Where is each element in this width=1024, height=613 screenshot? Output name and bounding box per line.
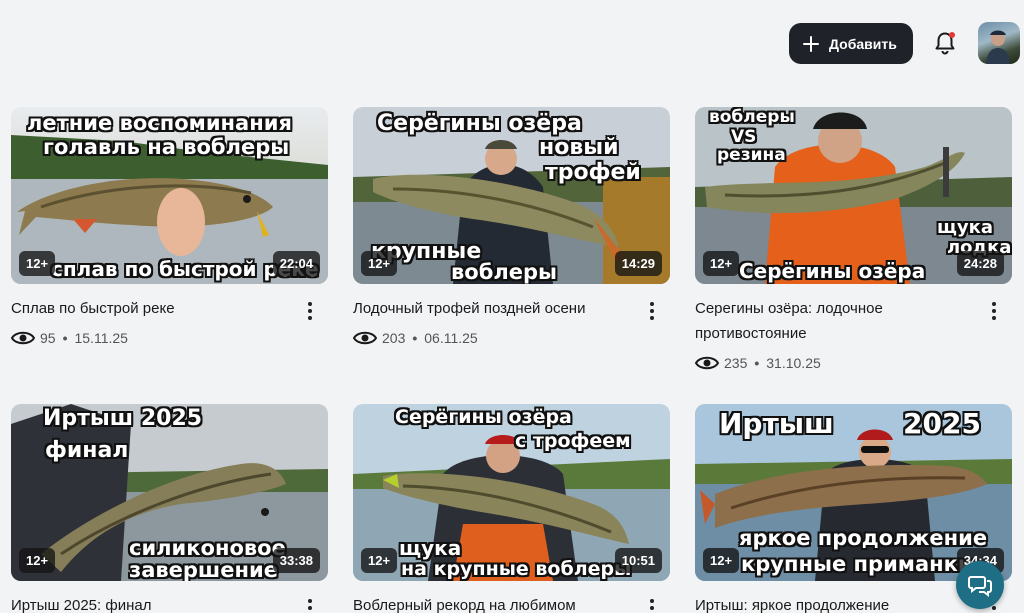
user-avatar[interactable] (978, 22, 1020, 64)
chat-support-icon[interactable] (956, 561, 1004, 609)
view-count: 95 (40, 330, 56, 346)
notification-dot (949, 32, 955, 38)
video-title[interactable]: Иртыш: яркое продолжение (695, 593, 975, 613)
more-vertical-icon[interactable] (302, 597, 318, 613)
more-vertical-icon[interactable] (302, 300, 318, 322)
add-button-label: Добавить (829, 35, 897, 52)
thumbnail-caption: VS (731, 127, 757, 147)
more-vertical-icon[interactable] (986, 300, 1002, 322)
duration-badge: 24:28 (956, 251, 1004, 276)
thumbnail-caption: голавль на воблеры (43, 135, 290, 159)
video-card: Иртыш 2025 финал силиконовое завершение … (11, 404, 328, 613)
thumbnail-caption: на крупные воблеры (401, 558, 632, 580)
publish-date: 06.11.25 (424, 330, 478, 346)
duration-badge: 14:29 (614, 251, 662, 276)
video-title[interactable]: Лодочный трофей поздней осени (353, 296, 633, 321)
age-rating-badge: 12+ (19, 548, 56, 573)
duration-badge: 10:51 (614, 548, 662, 573)
video-card: Серёгины озёра с трофеем щука на крупные… (353, 404, 670, 613)
video-title[interactable]: Сплав по быстрой реке (11, 296, 291, 321)
age-rating-badge: 12+ (703, 548, 740, 573)
video-thumbnail[interactable]: Иртыш 2025 яркое продолжение крупные при… (695, 404, 1012, 581)
thumbnail-caption: крупные приманки (741, 552, 973, 576)
bell-icon[interactable] (932, 30, 958, 56)
eye-icon (353, 331, 377, 345)
thumbnail-caption: щука (399, 536, 462, 560)
age-rating-badge: 12+ (703, 251, 740, 276)
thumbnail-caption: яркое продолжение (739, 526, 988, 550)
duration-badge: 22:04 (272, 251, 320, 276)
thumbnail-caption: 2025 (903, 407, 981, 440)
thumbnail-caption: силиконовое (129, 536, 286, 560)
view-count: 203 (382, 330, 406, 346)
thumbnail-caption: резина (717, 145, 786, 165)
thumbnail-caption: Иртыш (719, 407, 834, 440)
video-card: летние воспоминания голавль на воблеры с… (11, 107, 328, 349)
video-thumbnail[interactable]: воблеры VS резина щука лодка Серёгины оз… (695, 107, 1012, 284)
thumbnail-caption: воблеры (451, 260, 558, 284)
publish-date: 31.10.25 (766, 355, 821, 371)
eye-icon (695, 356, 719, 370)
add-button[interactable]: Добавить (789, 23, 913, 64)
video-thumbnail[interactable]: Серёгины озёра новый трофей крупные вобл… (353, 107, 670, 284)
thumbnail-caption: Иртыш 2025 (43, 406, 203, 431)
more-vertical-icon[interactable] (644, 597, 660, 613)
duration-badge: 33:38 (272, 548, 320, 573)
thumbnail-caption: Серёгины озёра (739, 259, 926, 283)
video-title[interactable]: Серегины озёра: лодочное противостояние (695, 296, 975, 346)
video-thumbnail[interactable]: Иртыш 2025 финал силиконовое завершение … (11, 404, 328, 581)
age-rating-badge: 12+ (361, 548, 398, 573)
video-thumbnail[interactable]: Серёгины озёра с трофеем щука на крупные… (353, 404, 670, 581)
thumbnail-caption: воблеры (709, 107, 795, 127)
thumbnail-caption: щука (937, 217, 993, 238)
video-title[interactable]: Воблерный рекорд на любимом (353, 593, 633, 613)
thumbnail-caption: с трофеем (515, 430, 631, 452)
publish-date: 15.11.25 (74, 330, 128, 346)
video-card: Серёгины озёра новый трофей крупные вобл… (353, 107, 670, 349)
more-vertical-icon[interactable] (644, 300, 660, 322)
video-card: воблеры VS резина щука лодка Серёгины оз… (695, 107, 1012, 374)
thumbnail-caption: Серёгины озёра (395, 406, 572, 428)
age-rating-badge: 12+ (361, 251, 398, 276)
thumbnail-caption: летние воспоминания (27, 111, 292, 135)
video-meta: 203 • 06.11.25 (353, 327, 670, 349)
video-meta: 235 • 31.10.25 (695, 352, 1012, 374)
plus-icon (801, 34, 821, 54)
view-count: 235 (724, 355, 748, 371)
thumbnail-caption: трофей (545, 160, 641, 185)
thumbnail-caption: завершение (129, 558, 278, 581)
age-rating-badge: 12+ (19, 251, 56, 276)
video-thumbnail[interactable]: летние воспоминания голавль на воблеры с… (11, 107, 328, 284)
thumbnail-caption: финал (45, 438, 129, 463)
video-meta: 95 • 15.11.25 (11, 327, 328, 349)
video-title[interactable]: Иртыш 2025: финал (11, 593, 291, 613)
thumbnail-caption: новый (539, 135, 619, 160)
thumbnail-caption: Серёгины озёра (377, 111, 582, 136)
eye-icon (11, 331, 35, 345)
top-bar: Добавить (0, 0, 1024, 86)
